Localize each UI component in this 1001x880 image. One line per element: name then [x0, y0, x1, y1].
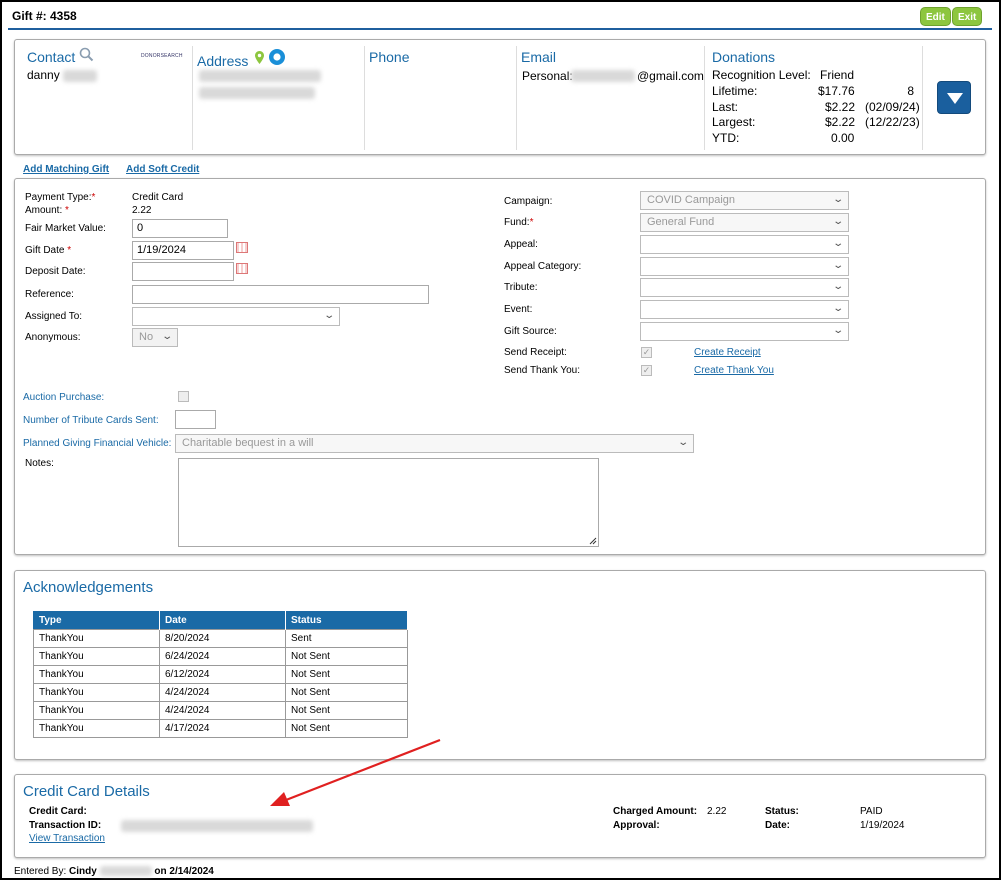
entered-by-lastname-redacted [99, 866, 152, 877]
entered-by-label: Entered By: [14, 866, 67, 877]
entered-by-footer: Entered By: Cindy on 2/14/2024 [14, 866, 214, 877]
entered-by-name: Cindy [69, 866, 97, 877]
annotation-arrow [270, 738, 441, 806]
entered-on-date: on 2/14/2024 [154, 866, 214, 877]
